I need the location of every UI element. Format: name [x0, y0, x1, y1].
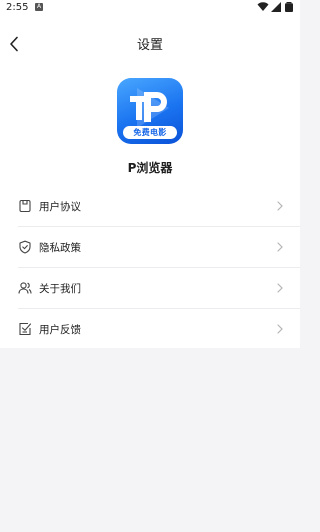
- menu-item-label: 用户协议: [39, 200, 81, 213]
- settings-menu: 用户协议 隐私政策 关于我们 用户反馈: [0, 186, 300, 348]
- menu-item-label: 用户反馈: [39, 323, 81, 336]
- wifi-icon: [257, 2, 269, 11]
- feedback-icon: [18, 322, 32, 336]
- shield-icon: [18, 240, 32, 254]
- app-name: P浏览器: [127, 161, 173, 175]
- menu-item-user-agreement[interactable]: 用户协议: [0, 186, 300, 226]
- signal-icon: [271, 2, 281, 12]
- logo-badge: 免费电影: [123, 126, 177, 139]
- menu-item-label: 隐私政策: [39, 241, 81, 254]
- app-logo: 免费电影: [117, 78, 183, 144]
- header: 设置: [0, 30, 300, 58]
- screen: 2:55 A 设置 免费电影 P浏览器 用户协议 隐私政策 关于我们 用户反馈: [0, 0, 300, 532]
- menu-item-privacy-policy[interactable]: 隐私政策: [0, 227, 300, 267]
- a-icon: A: [35, 3, 43, 11]
- battery-icon: [285, 2, 293, 12]
- status-bar: 2:55 A: [0, 0, 300, 16]
- chevron-right-icon: [276, 201, 284, 211]
- document-icon: [18, 199, 32, 213]
- menu-item-label: 关于我们: [39, 282, 81, 295]
- menu-item-about-us[interactable]: 关于我们: [0, 268, 300, 308]
- menu-item-feedback[interactable]: 用户反馈: [0, 309, 300, 349]
- status-time: 2:55: [6, 2, 29, 13]
- chevron-right-icon: [276, 324, 284, 334]
- status-icons: [257, 2, 295, 12]
- chevron-right-icon: [276, 242, 284, 252]
- chevron-right-icon: [276, 283, 284, 293]
- users-icon: [18, 281, 32, 295]
- page-title: 设置: [136, 38, 163, 53]
